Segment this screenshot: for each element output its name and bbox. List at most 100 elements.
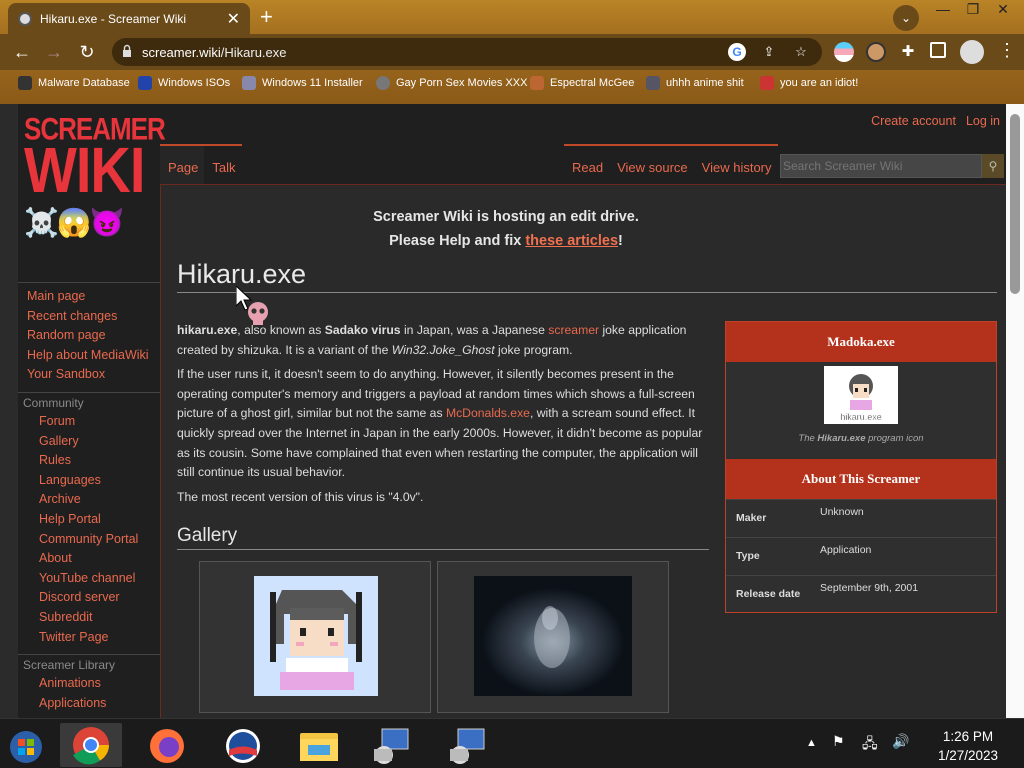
- back-button[interactable]: ←: [10, 40, 34, 64]
- chrome-taskbar-icon[interactable]: [60, 723, 122, 767]
- sidebar-item-sandbox[interactable]: Your Sandbox: [18, 365, 160, 385]
- page-tabs: Page Talk: [160, 144, 242, 184]
- folder-icon: [300, 733, 338, 761]
- sidebar-item-community-portal[interactable]: Community Portal: [18, 530, 160, 550]
- sidebar-item-forum[interactable]: Forum: [18, 412, 160, 432]
- girl-icon: hikaru.exe: [824, 366, 898, 424]
- tab-page[interactable]: Page: [160, 146, 205, 184]
- page-scrollbar[interactable]: [1006, 104, 1024, 718]
- sidebar-item-help[interactable]: Help about MediaWiki: [18, 346, 160, 366]
- network-icon[interactable]: 🖧: [862, 733, 878, 757]
- sidebar-item-rules[interactable]: Rules: [18, 451, 160, 471]
- content-area: Screamer Wiki is hosting an edit drive. …: [160, 184, 1008, 718]
- close-window-button[interactable]: ✕: [988, 0, 1018, 20]
- sidebar-item-random-page[interactable]: Random page: [18, 326, 160, 346]
- gallery-item-ghost[interactable]: [437, 561, 669, 713]
- infobox-title: Madoka.exe: [726, 322, 996, 362]
- profile-icon[interactable]: [960, 40, 984, 64]
- taskbar: ▲ ⚑ 🖧 🔊 1:26 PM 1/27/2023: [0, 718, 1024, 768]
- setup-taskbar-icon-1[interactable]: [360, 723, 422, 767]
- bookmark-item[interactable]: Espectral McGee: [530, 76, 634, 90]
- chrome-icon: [73, 727, 109, 765]
- login-link[interactable]: Log in: [966, 114, 1000, 128]
- sidebar-item-main-page[interactable]: Main page: [18, 287, 160, 307]
- webpage: SCREAMER WIKI ☠️😱😈 Create account Log in…: [18, 104, 1018, 718]
- mcdonalds-link[interactable]: McDonalds.exe: [446, 406, 530, 420]
- installer-icon: [450, 728, 485, 764]
- url-path: /Hikaru.exe: [220, 45, 287, 60]
- clock-date: 1/27/2023: [937, 748, 999, 763]
- bookmark-item[interactable]: Malware Database: [18, 76, 130, 90]
- new-tab-button[interactable]: +: [260, 5, 273, 29]
- bookmark-star-icon[interactable]: ☆: [792, 43, 810, 61]
- firefox-taskbar-icon[interactable]: [136, 723, 198, 767]
- sidebar-item-languages[interactable]: Languages: [18, 471, 160, 491]
- flag-icon: [760, 76, 774, 90]
- side-panel-icon[interactable]: [930, 42, 946, 58]
- reload-button[interactable]: ↻: [75, 40, 99, 64]
- campaign-logo-icon: [226, 729, 260, 763]
- tab-view-history[interactable]: View history: [694, 146, 778, 184]
- notice-line2-pre: Please Help and fix: [389, 233, 526, 249]
- action-center-flag-icon[interactable]: ⚑: [832, 733, 845, 750]
- article-body: hikaru.exe, also known as Sadako virus i…: [177, 321, 707, 512]
- site-logo[interactable]: SCREAMER WIKI ☠️😱😈: [24, 113, 166, 239]
- google-icon[interactable]: G: [728, 43, 746, 61]
- globe-icon: [376, 76, 390, 90]
- program-icon-image[interactable]: hikaru.exe: [824, 366, 898, 424]
- tab-talk[interactable]: Talk: [204, 146, 241, 184]
- screamer-link[interactable]: screamer: [548, 323, 599, 337]
- scrollbar-thumb[interactable]: [1010, 114, 1020, 294]
- search-icon[interactable]: ⚲: [982, 154, 1004, 178]
- create-account-link[interactable]: Create account: [871, 114, 956, 128]
- sidebar-item-subreddit[interactable]: Subreddit: [18, 608, 160, 628]
- notice-link[interactable]: these articles: [525, 233, 618, 249]
- system-clock[interactable]: 1:26 PM 1/27/2023: [926, 727, 1010, 765]
- minimize-button[interactable]: —: [928, 0, 958, 20]
- tray-expand-icon[interactable]: ▲: [806, 737, 817, 749]
- tab-search-button[interactable]: ⌄: [893, 5, 919, 31]
- browser-tab[interactable]: Hikaru.exe - Screamer Wiki ✕: [8, 3, 250, 34]
- bookmark-item[interactable]: you are an idiot!: [760, 76, 858, 90]
- sidebar-item-help-portal[interactable]: Help Portal: [18, 510, 160, 530]
- sidebar-item-discord[interactable]: Discord server: [18, 588, 160, 608]
- sidebar-item-about[interactable]: About: [18, 549, 160, 569]
- restore-button[interactable]: ❐: [958, 0, 988, 20]
- sidebar-item-gallery[interactable]: Gallery: [18, 432, 160, 452]
- address-bar[interactable]: screamer.wiki/Hikaru.exe G ⇪ ☆: [112, 38, 822, 66]
- bookmark-item[interactable]: uhhh anime shit: [646, 76, 744, 90]
- bookmark-item[interactable]: Windows ISOs: [138, 76, 230, 90]
- volume-icon[interactable]: 🔊: [892, 733, 909, 750]
- bookmark-item[interactable]: Gay Porn Sex Movies XXX: [376, 76, 527, 90]
- infobox-row-type: Type Application: [726, 537, 996, 575]
- explorer-taskbar-icon[interactable]: [288, 723, 350, 767]
- sidebar-item-youtube[interactable]: YouTube channel: [18, 569, 160, 589]
- obama-taskbar-icon[interactable]: [212, 723, 274, 767]
- personal-tools: Create account Log in: [871, 114, 1000, 128]
- forward-button[interactable]: →: [42, 40, 66, 64]
- sidebar-item-applications[interactable]: Applications: [18, 694, 160, 714]
- sidebar-item-twitter[interactable]: Twitter Page: [18, 628, 160, 648]
- tab-view-source[interactable]: View source: [609, 146, 694, 184]
- share-icon[interactable]: ⇪: [760, 43, 778, 61]
- search-input[interactable]: [780, 154, 982, 178]
- infobox-subheading: About This Screamer: [726, 459, 996, 499]
- gallery-item-icon[interactable]: [199, 561, 431, 713]
- close-tab-icon[interactable]: ✕: [227, 9, 240, 29]
- tab-read[interactable]: Read: [564, 146, 609, 184]
- sidebar-item-recent-changes[interactable]: Recent changes: [18, 307, 160, 327]
- sidebar-item-archive[interactable]: Archive: [18, 490, 160, 510]
- setup-taskbar-icon-2[interactable]: [436, 723, 498, 767]
- browser-chrome: Hikaru.exe - Screamer Wiki ✕ + ⌄ — ❐ ✕ ←…: [0, 0, 1024, 104]
- sidebar-item-animations[interactable]: Animations: [18, 674, 160, 694]
- avatar-extension-icon[interactable]: [866, 42, 886, 62]
- start-button[interactable]: [0, 723, 52, 767]
- skull-cursor-icon: [236, 286, 268, 325]
- page-title: Hikaru.exe: [177, 259, 997, 293]
- view-tabs: Read View source View history: [564, 144, 778, 184]
- flag-extension-icon[interactable]: [834, 42, 854, 62]
- menu-kebab-icon[interactable]: ⋮: [998, 40, 1016, 61]
- bookmark-item[interactable]: Windows 11 Installer: [242, 76, 363, 90]
- browser-toolbar: ← → ↻ screamer.wiki/Hikaru.exe G ⇪ ☆ ✚ ⋮: [0, 34, 1024, 70]
- puzzle-extensions-icon[interactable]: ✚: [898, 42, 918, 62]
